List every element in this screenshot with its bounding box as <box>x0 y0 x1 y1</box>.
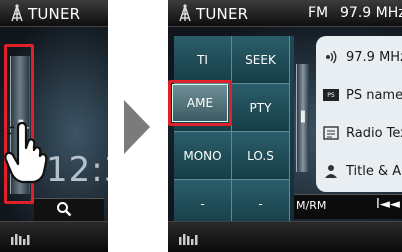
band-label: FM <box>308 5 329 21</box>
title-bar: TUNER FM 97.9 MHz <box>168 0 402 27</box>
info-row-radio-text: Radio Text <box>322 118 402 148</box>
handle-arrow-icon: ▐ <box>297 112 305 123</box>
chevron-right-icon <box>124 100 150 154</box>
station-info-panel: 97.9 MHz PS PS name Radio Text Title & A… <box>316 36 402 192</box>
title-bar: TUNER <box>0 0 108 27</box>
ps-badge-icon: PS <box>322 87 340 103</box>
radio-text-icon <box>322 125 340 141</box>
equalizer-icon[interactable] <box>10 231 32 245</box>
pty-button[interactable]: PTY <box>232 84 290 132</box>
hand-pointer-icon <box>4 122 48 184</box>
antenna-icon <box>11 4 23 22</box>
tuner-screen-before: TUNER ▐▸ 12:3 <box>0 0 108 252</box>
radio-wave-icon <box>322 49 340 65</box>
screen-title: TUNER <box>196 5 249 23</box>
footer-bar <box>0 221 108 252</box>
function-button-grid: TI SEEK PTY MONO LO.S - - <box>174 36 294 232</box>
info-text: PS name <box>346 87 402 103</box>
frequency-label: 97.9 MHz <box>340 5 402 21</box>
highlight-frame-ame <box>168 80 232 126</box>
info-row-ps-name: PS PS name <box>322 80 402 110</box>
mrfm-button[interactable]: M/RM <box>296 199 326 212</box>
ti-button[interactable]: TI <box>174 36 232 84</box>
info-text: 97.9 MHz <box>346 49 402 65</box>
footer-bar <box>168 221 402 252</box>
seek-back-button[interactable]: I◄◄ <box>376 197 400 212</box>
info-text: Radio Text <box>346 125 402 141</box>
search-icon[interactable] <box>56 201 72 217</box>
screen-title: TUNER <box>28 5 81 23</box>
title-artist-icon <box>322 163 340 179</box>
equalizer-icon[interactable] <box>178 231 200 245</box>
antenna-icon <box>179 4 191 22</box>
info-row-frequency: 97.9 MHz <box>322 42 402 72</box>
mono-button[interactable]: MONO <box>174 132 232 180</box>
seek-button[interactable]: SEEK <box>232 36 290 84</box>
los-button[interactable]: LO.S <box>232 132 290 180</box>
info-text: Title & Artist <box>346 163 402 179</box>
tuner-screen-after: TUNER FM 97.9 MHz TI SEEK PTY MONO LO.S … <box>168 0 402 252</box>
info-row-title-artist: Title & Artist <box>322 156 402 186</box>
clock-display: 12:3 <box>46 150 108 190</box>
control-bar: M/RM I◄◄ <box>294 194 402 219</box>
